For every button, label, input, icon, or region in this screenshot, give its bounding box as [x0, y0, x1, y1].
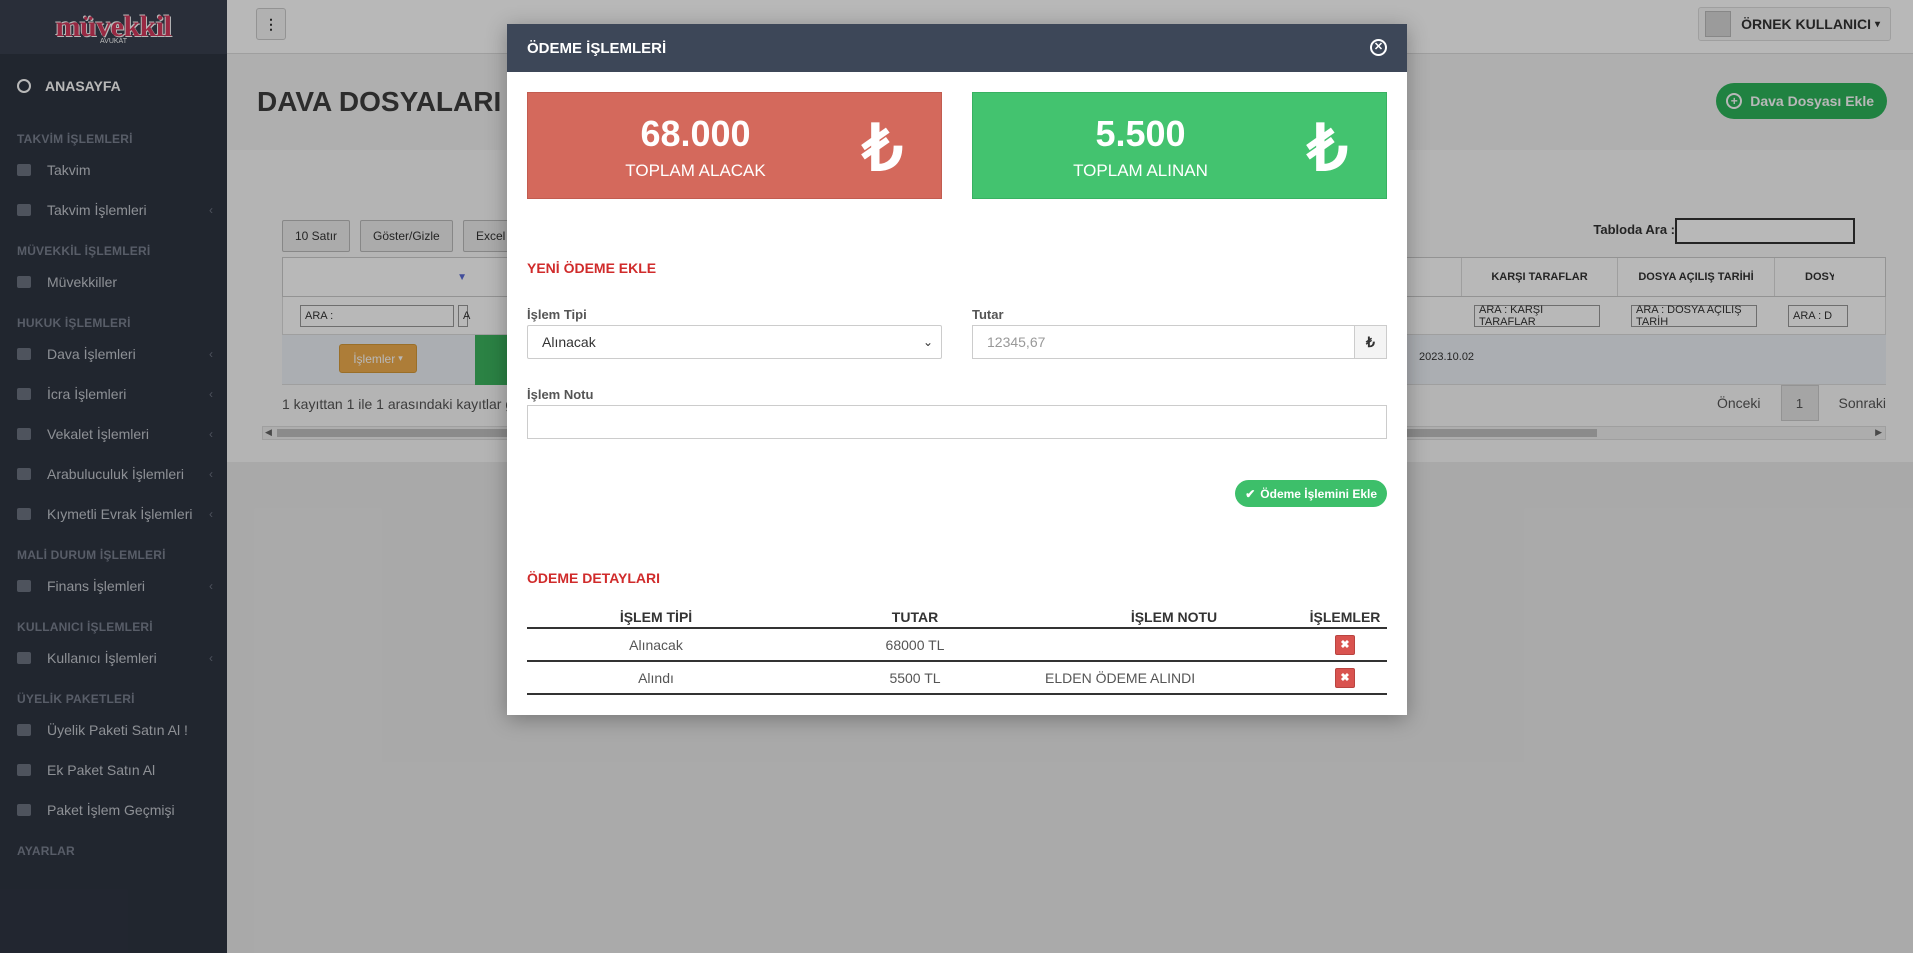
type-select-value: Alınacak — [542, 334, 596, 350]
modal-title: ÖDEME İŞLEMLERİ — [527, 39, 667, 57]
close-icon[interactable]: ✕ — [1370, 39, 1387, 56]
table-row: Alındı 5500 TL ELDEN ÖDEME ALINDI ✖ — [527, 661, 1387, 695]
total-received-value: 5.500 — [1095, 113, 1186, 154]
delete-icon[interactable]: ✖ — [1335, 667, 1355, 688]
cell-amount: 68000 TL — [785, 628, 1045, 662]
note-label: İşlem Notu — [527, 387, 594, 402]
total-receivable-value: 68.000 — [640, 113, 751, 154]
lira-icon: ₺ — [1307, 112, 1348, 184]
col-header-amount: TUTAR — [785, 607, 1045, 629]
col-header-type: İŞLEM TİPİ — [527, 607, 785, 629]
total-receivable-card: 68.000 TOPLAM ALACAK ₺ — [527, 92, 942, 199]
cell-actions: ✖ — [1303, 661, 1387, 695]
col-header-actions: İŞLEMLER — [1303, 607, 1387, 629]
cell-note: ELDEN ÖDEME ALINDI — [1045, 661, 1303, 695]
add-payment-label: Ödeme İşlemini Ekle — [1260, 486, 1377, 501]
payment-details-title: ÖDEME DETAYLARI — [527, 570, 661, 586]
check-icon: ✔ — [1245, 486, 1256, 501]
cell-amount: 5500 TL — [785, 661, 1045, 695]
cell-type: Alınacak — [527, 628, 785, 662]
amount-input[interactable]: 12345,67 — [972, 325, 1354, 359]
modal-header: ÖDEME İŞLEMLERİ ✕ — [507, 24, 1407, 72]
lira-icon: ₺ — [862, 112, 903, 184]
payment-details-table: İŞLEM TİPİ TUTAR İŞLEM NOTU İŞLEMLER Alı… — [527, 607, 1387, 695]
payment-details-header: İŞLEM TİPİ TUTAR İŞLEM NOTU İŞLEMLER — [527, 607, 1387, 629]
lira-addon-icon: ₺ — [1354, 325, 1387, 359]
type-select[interactable]: Alınacak ⌄ — [527, 325, 942, 359]
total-receivable-label: TOPLAM ALACAK — [625, 161, 766, 180]
payment-modal: ÖDEME İŞLEMLERİ ✕ 68.000 TOPLAM ALACAK ₺… — [507, 24, 1407, 715]
delete-icon[interactable]: ✖ — [1335, 634, 1355, 655]
table-row: Alınacak 68000 TL ✖ — [527, 628, 1387, 662]
cell-actions: ✖ — [1303, 628, 1387, 662]
note-input[interactable] — [527, 405, 1387, 439]
cell-type: Alındı — [527, 661, 785, 695]
amount-label: Tutar — [972, 307, 1004, 322]
chevron-down-icon: ⌄ — [922, 335, 933, 349]
col-header-note: İŞLEM NOTU — [1045, 607, 1303, 629]
cell-note — [1045, 628, 1303, 662]
total-received-card: 5.500 TOPLAM ALINAN ₺ — [972, 92, 1387, 199]
add-payment-button[interactable]: ✔ Ödeme İşlemini Ekle — [1235, 480, 1387, 507]
type-label: İşlem Tipi — [527, 307, 587, 322]
total-received-label: TOPLAM ALINAN — [1073, 161, 1208, 180]
new-payment-title: YENİ ÖDEME EKLE — [527, 260, 657, 276]
